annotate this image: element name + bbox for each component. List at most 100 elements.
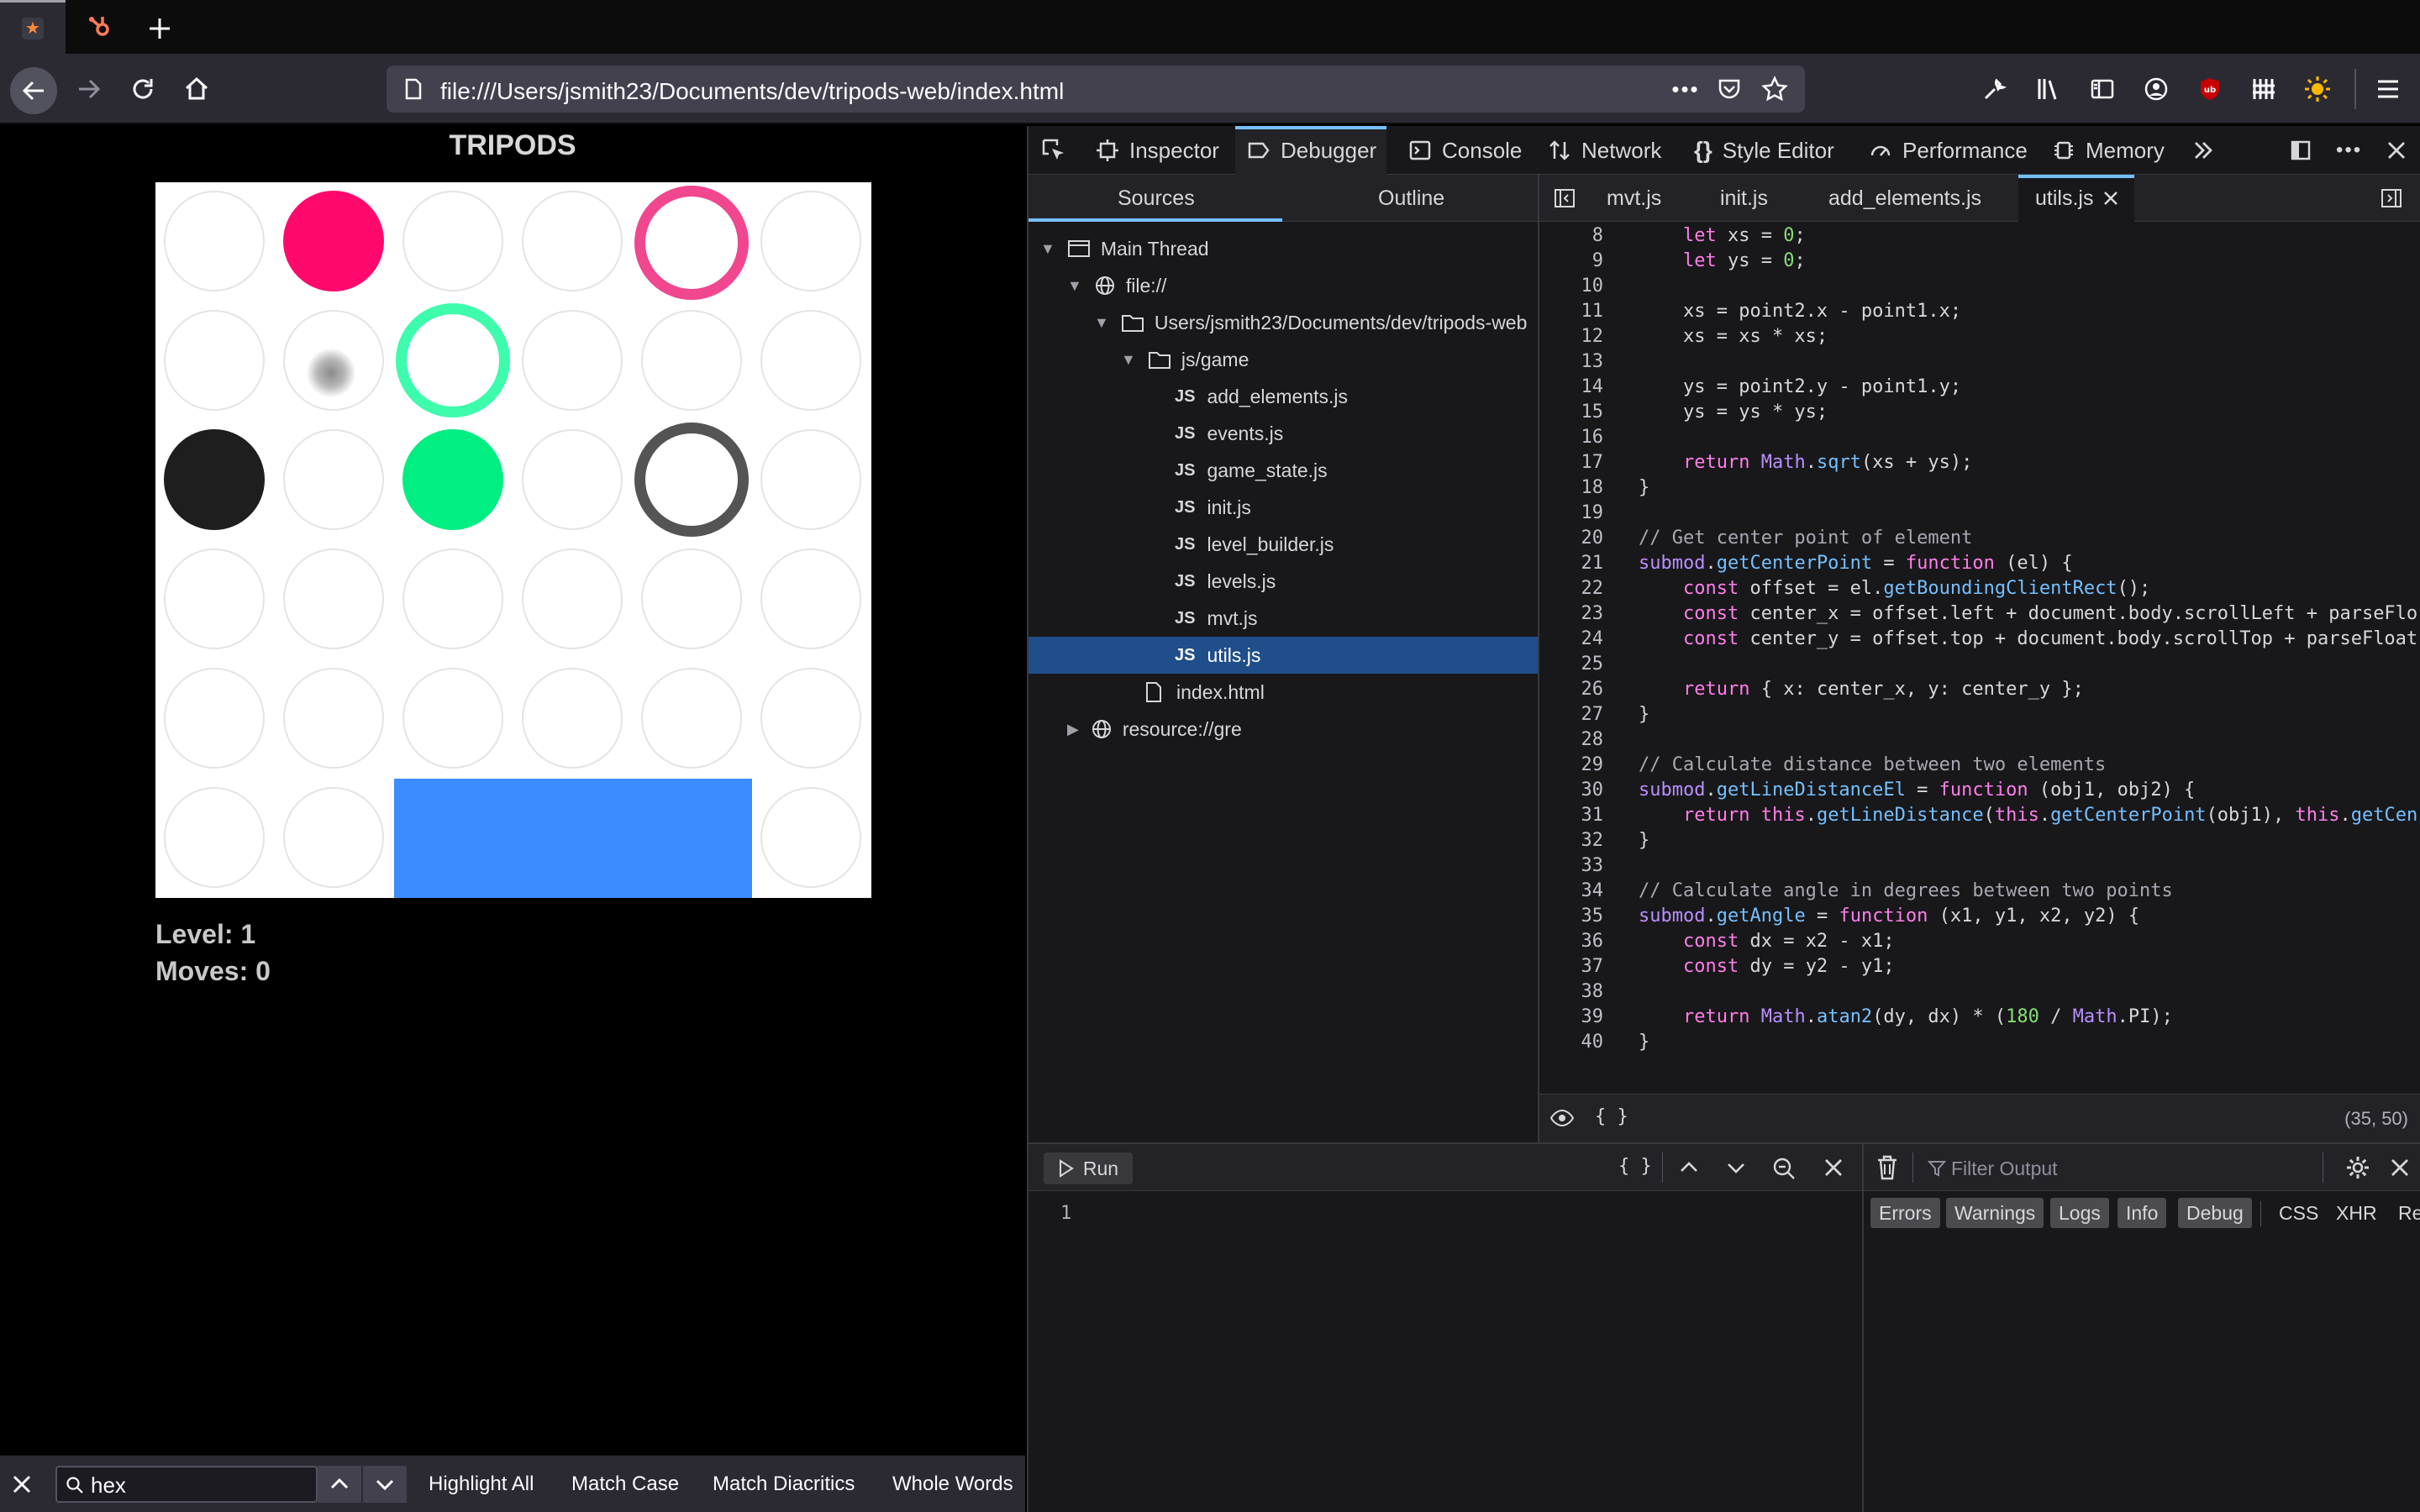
editor-tab-init[interactable]: init.js <box>1720 175 1768 222</box>
board-cell-shadowed[interactable] <box>283 310 384 411</box>
board-cell[interactable] <box>402 191 503 291</box>
filter-errors[interactable]: Errors <box>1870 1198 1940 1228</box>
filter-output-input[interactable]: Filter Output <box>1921 1149 2240 1186</box>
tab-sources[interactable]: Sources <box>1118 175 1195 222</box>
pretty-print-button[interactable]: { } <box>1618 1156 1652 1177</box>
code-line[interactable]: 23 const center_x = offset.left + docume… <box>1539 601 2420 627</box>
gear-icon[interactable] <box>2344 1154 2371 1181</box>
line-number[interactable]: 9 <box>1539 249 1603 274</box>
find-previous-button[interactable] <box>318 1466 361 1503</box>
board-cell[interactable] <box>760 668 861 769</box>
tree-js-game-folder[interactable]: ▼ js/game <box>1028 341 1538 378</box>
line-number[interactable]: 11 <box>1539 299 1604 324</box>
board-cell[interactable] <box>402 549 503 649</box>
line-number[interactable]: 25 <box>1539 652 1604 677</box>
line-number[interactable]: 13 <box>1539 349 1604 375</box>
code-line[interactable]: 30 submod.getLineDistanceEl = function (o… <box>1539 778 2420 803</box>
page-actions-icon[interactable]: ••• <box>1670 74 1701 104</box>
code-line[interactable]: 12 xs = xs * xs; <box>1539 324 2420 349</box>
board-cell[interactable] <box>164 549 265 649</box>
line-number[interactable]: 10 <box>1539 274 1604 299</box>
bookmark-star-icon[interactable] <box>1761 76 1788 102</box>
tree-resource[interactable]: ▶ resource://gre <box>1028 711 1538 748</box>
line-number[interactable]: 40 <box>1539 1030 1604 1055</box>
line-number[interactable]: 20 <box>1539 526 1604 551</box>
filter-requests[interactable]: Re <box>2390 1198 2420 1228</box>
line-number[interactable]: 18 <box>1539 475 1604 501</box>
grey-ring-target[interactable] <box>634 423 749 537</box>
line-number[interactable]: 32 <box>1539 828 1604 853</box>
green-ring-target[interactable] <box>396 303 510 417</box>
code-line[interactable]: 9 let ys = 0; <box>1539 249 2420 274</box>
code-line[interactable]: 11 xs = point2.x - point1.x; <box>1539 299 2420 324</box>
wrench-icon[interactable] <box>1976 71 2013 108</box>
code-line[interactable]: 32} <box>1539 828 2420 853</box>
extension-grid-icon[interactable] <box>2245 71 2282 108</box>
code-line[interactable]: 40} <box>1539 1030 2420 1055</box>
code-line[interactable]: 33 <box>1539 853 2420 879</box>
close-icon[interactable] <box>1823 1158 1844 1178</box>
code-line[interactable]: 35 submod.getAngle = function (x1, y1, x2… <box>1539 904 2420 929</box>
board-cell[interactable] <box>283 429 384 530</box>
tree-file[interactable]: JS game_state.js <box>1028 452 1538 489</box>
hamburger-menu-icon[interactable] <box>2370 71 2407 108</box>
board-cell[interactable] <box>283 549 384 649</box>
filter-xhr[interactable]: XHR <box>2328 1198 2386 1228</box>
chevron-up-icon[interactable] <box>1677 1156 1701 1179</box>
board-cell[interactable] <box>641 549 742 649</box>
line-number[interactable]: 19 <box>1539 501 1604 526</box>
trash-icon[interactable] <box>1876 1154 1899 1181</box>
board-cell[interactable] <box>641 310 742 411</box>
code-line[interactable]: 20 // Get center point of element <box>1539 526 2420 551</box>
board-cell[interactable] <box>522 429 623 530</box>
board-cell[interactable] <box>760 310 861 411</box>
match-diacritics-toggle[interactable]: Match Diacritics <box>713 1473 855 1496</box>
board-cell[interactable] <box>522 549 623 649</box>
filter-info[interactable]: Info <box>2118 1198 2167 1228</box>
highlight-all-toggle[interactable]: Highlight All <box>429 1473 534 1496</box>
line-number[interactable]: 33 <box>1539 853 1604 879</box>
chevron-down-icon[interactable] <box>1724 1156 1748 1179</box>
line-number[interactable]: 23 <box>1539 601 1604 627</box>
black-piece[interactable] <box>164 429 265 530</box>
line-number[interactable]: 36 <box>1539 929 1604 954</box>
filter-warnings[interactable]: Warnings <box>1946 1198 2044 1228</box>
line-number[interactable]: 15 <box>1539 400 1604 425</box>
line-number[interactable]: 24 <box>1539 627 1604 652</box>
library-icon[interactable] <box>2030 71 2067 108</box>
board-cell[interactable] <box>164 787 265 888</box>
board-cell[interactable] <box>164 668 265 769</box>
code-line[interactable]: 19 <box>1539 501 2420 526</box>
board-cell[interactable] <box>283 668 384 769</box>
home-button[interactable] <box>178 71 215 108</box>
code-line[interactable]: 37 const dy = y2 - y1; <box>1539 954 2420 979</box>
toggle-sources-button[interactable] <box>1553 175 1576 222</box>
line-number[interactable]: 37 <box>1539 954 1604 979</box>
tab-inspector[interactable]: Inspector <box>1096 126 1219 175</box>
filter-logs[interactable]: Logs <box>2050 1198 2109 1228</box>
code-line[interactable]: 29 // Calculate distance between two elem… <box>1539 753 2420 778</box>
tree-index-html[interactable]: index.html <box>1028 674 1538 711</box>
board-cell[interactable] <box>522 191 623 291</box>
tab-console[interactable]: Console <box>1408 126 1522 175</box>
board-cell[interactable] <box>760 549 861 649</box>
tree-file[interactable]: JS mvt.js <box>1028 600 1538 637</box>
back-button[interactable] <box>10 67 57 114</box>
tab-outline[interactable]: Outline <box>1378 175 1444 222</box>
url-bar[interactable]: file:///Users/jsmith23/Documents/dev/tri… <box>387 66 1805 113</box>
code-line[interactable]: 36 const dx = x2 - x1; <box>1539 929 2420 954</box>
match-case-toggle[interactable]: Match Case <box>571 1473 679 1496</box>
sidebar-icon[interactable] <box>2084 71 2121 108</box>
code-line[interactable]: 17 return Math.sqrt(xs + ys); <box>1539 450 2420 475</box>
filter-debug[interactable]: Debug <box>2178 1198 2252 1228</box>
tree-file[interactable]: JS levels.js <box>1028 563 1538 600</box>
forward-button[interactable] <box>71 71 108 108</box>
board-cell[interactable] <box>164 191 265 291</box>
tab-memory[interactable]: Memory <box>2052 126 2165 175</box>
code-line[interactable]: 21 submod.getCenterPoint = function (el) … <box>1539 551 2420 576</box>
tree-main-thread[interactable]: ▼ Main Thread <box>1028 230 1538 267</box>
close-icon[interactable] <box>2390 1158 2410 1178</box>
ublock-icon[interactable]: ub <box>2191 71 2228 108</box>
close-devtools-button[interactable] <box>2386 126 2407 175</box>
tree-project-folder[interactable]: ▼ Users/jsmith23/Documents/dev/tripods-w… <box>1028 304 1538 341</box>
